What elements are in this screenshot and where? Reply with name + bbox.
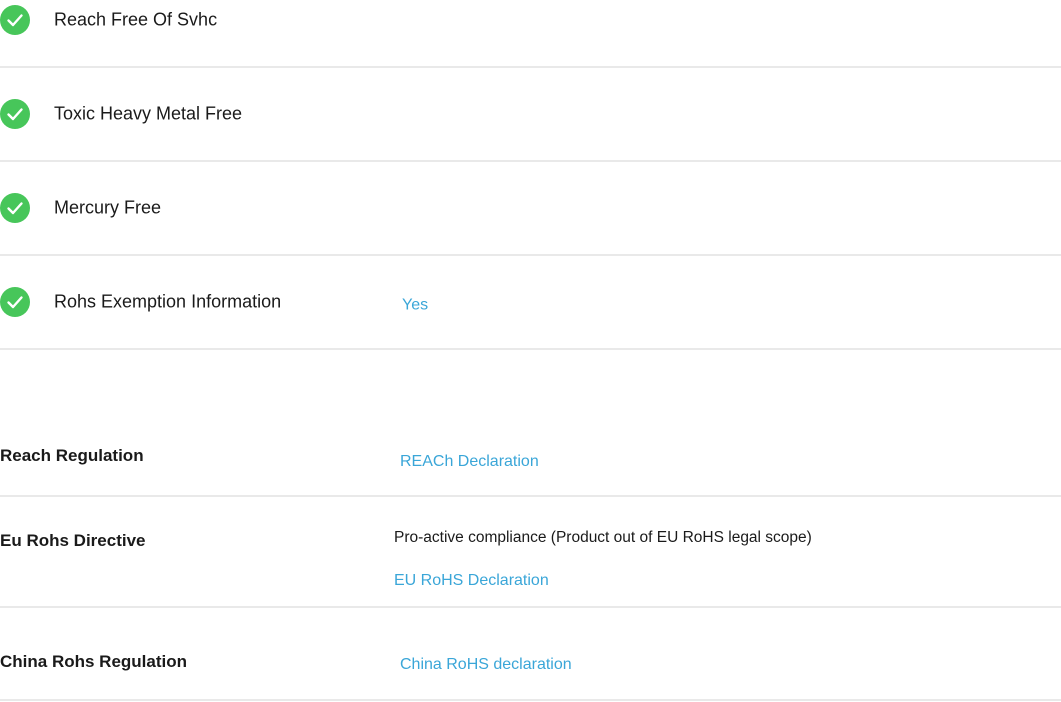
- regulation-label: Reach Regulation: [0, 446, 144, 465]
- rohs-exemption-link[interactable]: Yes: [402, 297, 428, 315]
- regulation-label: China Rohs Regulation: [0, 652, 187, 671]
- regulation-row-reach: Reach Regulation REACh Declaration: [0, 405, 1061, 497]
- compliance-row-mercury-free: Mercury Free: [0, 162, 1061, 256]
- reach-declaration-link[interactable]: REACh Declaration: [400, 453, 539, 471]
- eu-rohs-compliance-text: Pro-active compliance (Product out of EU…: [394, 529, 812, 546]
- compliance-row-rohs-exemption: Rohs Exemption Information Yes: [0, 256, 1061, 350]
- regulation-label: Eu Rohs Directive: [0, 531, 146, 550]
- china-rohs-declaration-link[interactable]: China RoHS declaration: [400, 656, 572, 674]
- compliance-label: Toxic Heavy Metal Free: [54, 103, 243, 124]
- check-circle-icon: [0, 5, 30, 35]
- check-circle-icon: [0, 99, 30, 129]
- compliance-label: Mercury Free: [54, 197, 162, 218]
- compliance-row-toxic-heavy-metal: Toxic Heavy Metal Free: [0, 68, 1061, 162]
- compliance-label: Rohs Exemption Information: [54, 291, 282, 312]
- compliance-row-reach-svhc: Reach Free Of Svhc: [0, 0, 1061, 68]
- check-circle-icon: [0, 193, 30, 223]
- check-circle-icon: [0, 287, 30, 317]
- regulation-row-china-rohs: China Rohs Regulation China RoHS declara…: [0, 608, 1061, 701]
- regulation-row-eu-rohs: Eu Rohs Directive Pro-active compliance …: [0, 497, 1061, 608]
- eu-rohs-declaration-link[interactable]: EU RoHS Declaration: [394, 572, 549, 590]
- compliance-label: Reach Free Of Svhc: [54, 9, 218, 30]
